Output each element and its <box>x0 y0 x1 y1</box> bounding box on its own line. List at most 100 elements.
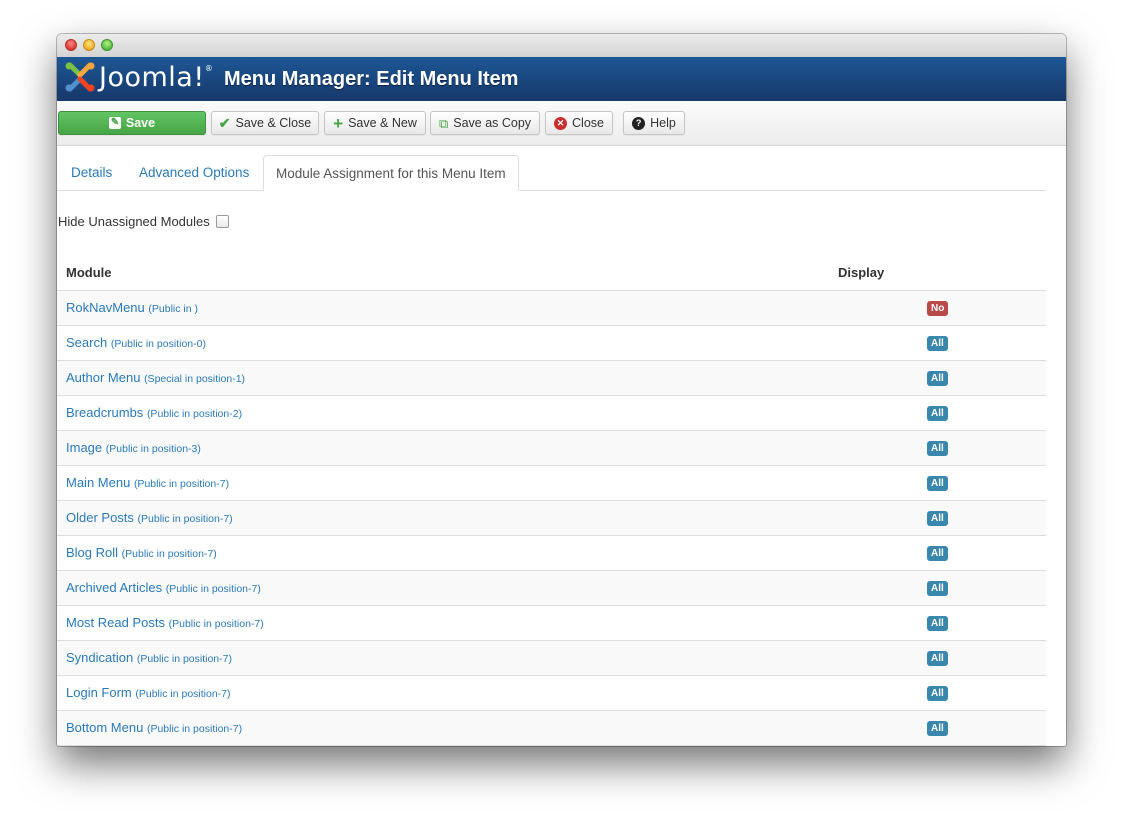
module-name: Author Menu <box>66 370 141 385</box>
save-new-button[interactable]: + Save & New <box>324 111 426 135</box>
module-access-position: (Public in position-3) <box>105 443 201 455</box>
tab-details[interactable]: Details <box>59 155 124 190</box>
display-badge: All <box>927 336 948 351</box>
display-badge: All <box>927 476 948 491</box>
module-name: Older Posts <box>66 510 134 525</box>
hide-unassigned-filter: Hide Unassigned Modules <box>58 214 229 229</box>
page-title: Menu Manager: Edit Menu Item <box>224 68 519 90</box>
tab-module-assignment[interactable]: Module Assignment for this Menu Item <box>263 155 519 191</box>
module-access-position: (Public in position-7) <box>168 618 264 630</box>
module-name: Search <box>66 335 108 350</box>
module-name: Bottom Menu <box>66 720 144 735</box>
module-link[interactable]: Older Posts (Public in position-7) <box>66 510 233 525</box>
copy-icon: ⧉ <box>438 115 449 131</box>
table-body: RokNavMenu (Public in ) No Search (Public … <box>57 291 1046 746</box>
save-button[interactable]: ✎ Save <box>58 111 206 135</box>
plus-icon: + <box>333 113 344 133</box>
module-name: RokNavMenu <box>66 300 145 315</box>
module-link[interactable]: Image (Public in position-3) <box>66 440 201 455</box>
table-row: Archived Articles (Public in position-7)… <box>57 571 1046 606</box>
display-badge: All <box>927 686 948 701</box>
table-row: Syndication (Public in position-7) All <box>57 641 1046 676</box>
cancel-circle-icon: ✕ <box>554 116 568 130</box>
registered-mark: ® <box>204 64 214 73</box>
display-badge: All <box>927 441 948 456</box>
module-link[interactable]: Bottom Menu (Public in position-7) <box>66 720 242 735</box>
module-name: Breadcrumbs <box>66 405 144 420</box>
close-button[interactable]: ✕ Close <box>545 111 613 135</box>
table-header: Module Display <box>57 256 1046 291</box>
module-link[interactable]: Login Form (Public in position-7) <box>66 685 231 700</box>
module-access-position: (Public in ) <box>148 303 198 315</box>
module-access-position: (Public in position-7) <box>136 653 232 665</box>
module-link[interactable]: RokNavMenu (Public in ) <box>66 300 198 315</box>
column-header-display: Display <box>838 265 885 280</box>
module-name: Login Form <box>66 685 132 700</box>
table-row: Older Posts (Public in position-7) All <box>57 501 1046 536</box>
help-label: Help <box>650 116 676 130</box>
save-as-copy-button[interactable]: ⧉ Save as Copy <box>430 111 540 135</box>
hide-unassigned-label: Hide Unassigned Modules <box>58 214 210 229</box>
module-name: Image <box>66 440 103 455</box>
tab-advanced-options[interactable]: Advanced Options <box>127 155 261 190</box>
display-badge: All <box>927 581 948 596</box>
table-row: Blog Roll (Public in position-7) All <box>57 536 1046 571</box>
column-header-module: Module <box>66 265 112 280</box>
display-badge: All <box>927 721 948 736</box>
check-icon: ✔ <box>218 115 231 131</box>
table-row: Bottom Menu (Public in position-7) All <box>57 711 1046 746</box>
module-access-position: (Public in position-7) <box>165 583 261 595</box>
tab-bar: Details Advanced Options Module Assignme… <box>57 145 1046 191</box>
module-link[interactable]: Syndication (Public in position-7) <box>66 650 232 665</box>
table-row: Most Read Posts (Public in position-7) Al… <box>57 606 1046 641</box>
save-close-label: Save & Close <box>235 116 312 130</box>
display-badge: All <box>927 616 948 631</box>
module-link[interactable]: Archived Articles (Public in position-7) <box>66 580 261 595</box>
save-close-button[interactable]: ✔ Save & Close <box>211 111 319 135</box>
module-link[interactable]: Breadcrumbs (Public in position-2) <box>66 405 242 420</box>
module-name: Blog Roll <box>66 545 119 560</box>
window-minimize-button[interactable] <box>83 39 95 51</box>
table-row: Breadcrumbs (Public in position-2) All <box>57 396 1046 431</box>
header-bar: Joomla!® Menu Manager: Edit Menu Item <box>57 57 1066 101</box>
question-circle-icon: ? <box>632 116 646 130</box>
hide-unassigned-checkbox[interactable] <box>215 215 229 228</box>
joomla-logo-icon <box>65 62 95 92</box>
table-row: Author Menu (Special in position-1) All <box>57 361 1046 396</box>
module-link[interactable]: Main Menu (Public in position-7) <box>66 475 229 490</box>
title-bar <box>57 34 1066 58</box>
display-badge: All <box>927 651 948 666</box>
module-table: Module Display RokNavMenu (Public in ) No… <box>57 256 1046 746</box>
module-access-position: (Public in position-7) <box>135 688 231 700</box>
module-link[interactable]: Search (Public in position-0) <box>66 335 206 350</box>
help-button[interactable]: ? Help <box>623 111 685 135</box>
table-row: Image (Public in position-3) All <box>57 431 1046 466</box>
module-link[interactable]: Most Read Posts (Public in position-7) <box>66 615 264 630</box>
module-link[interactable]: Author Menu (Special in position-1) <box>66 370 245 385</box>
module-name: Main Menu <box>66 475 131 490</box>
module-access-position: (Public in position-0) <box>110 338 206 350</box>
module-access-position: (Public in position-7) <box>137 513 233 525</box>
module-access-position: (Public in position-7) <box>133 478 230 490</box>
save-label: Save <box>125 116 156 130</box>
module-name: Syndication <box>66 650 134 665</box>
close-label: Close <box>572 116 604 130</box>
window-close-button[interactable] <box>65 39 77 51</box>
module-name: Most Read Posts <box>66 615 165 630</box>
display-badge: No <box>927 301 949 316</box>
edit-icon: ✎ <box>108 117 121 129</box>
module-name: Archived Articles <box>66 580 163 595</box>
table-row: Search (Public in position-0) All <box>57 326 1046 361</box>
table-row: RokNavMenu (Public in ) No <box>57 291 1046 326</box>
display-badge: All <box>927 406 948 421</box>
module-access-position: (Special in position-1) <box>144 373 246 385</box>
save-new-label: Save & New <box>348 116 417 130</box>
toolbar: ✎ Save ✔ Save & Close + Save & New ⧉ Sav… <box>57 101 1066 146</box>
window-zoom-button[interactable] <box>101 39 113 51</box>
module-access-position: (Public in position-7) <box>146 723 243 735</box>
module-link[interactable]: Blog Roll (Public in position-7) <box>66 545 217 560</box>
save-copy-label: Save as Copy <box>453 116 532 130</box>
module-access-position: (Public in position-7) <box>121 548 217 560</box>
table-row: Main Menu (Public in position-7) All <box>57 466 1046 501</box>
display-badge: All <box>927 546 948 561</box>
